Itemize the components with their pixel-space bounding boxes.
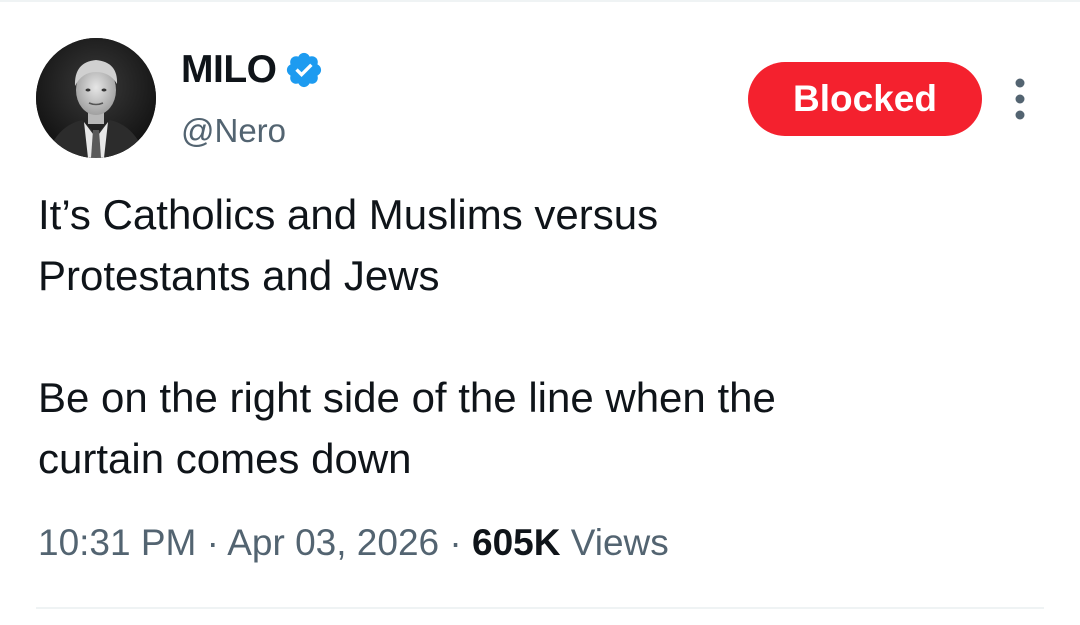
avatar[interactable] (36, 38, 156, 158)
verified-badge-icon[interactable] (284, 50, 324, 90)
tweet-text-line: It’s Catholics and Muslims versus (38, 191, 659, 238)
avatar-image (36, 38, 156, 158)
tweet-time[interactable]: 10:31 PM (38, 522, 196, 563)
tweet-card: MILO @Nero Blocked It’s Catholics and Mu… (0, 0, 1080, 625)
blocked-button[interactable]: Blocked (748, 62, 982, 136)
meta-separator: · (206, 522, 219, 563)
tweet-text-line: Protestants and Jews (38, 252, 440, 299)
paragraph-break (38, 306, 1038, 367)
more-vertical-icon (1015, 78, 1025, 120)
tweet-text-line: Be on the right side of the line when th… (38, 374, 776, 421)
tweet-text: It’s Catholics and Muslims versus Protes… (38, 184, 1038, 489)
tweet-date[interactable]: Apr 03, 2026 (227, 522, 439, 563)
meta-separator: · (449, 522, 462, 563)
tweet-metadata: 10:31 PM · Apr 03, 2026 · 605K Views (38, 522, 669, 564)
views-label[interactable]: Views (571, 522, 669, 563)
tweet-text-line: curtain comes down (38, 435, 412, 482)
author-name-row: MILO (181, 48, 324, 92)
views-count[interactable]: 605K (472, 522, 560, 563)
more-options-button[interactable] (1003, 74, 1037, 124)
bottom-divider (36, 607, 1044, 609)
display-name[interactable]: MILO (181, 48, 277, 92)
top-divider (0, 0, 1080, 2)
author-handle[interactable]: @Nero (181, 112, 286, 150)
